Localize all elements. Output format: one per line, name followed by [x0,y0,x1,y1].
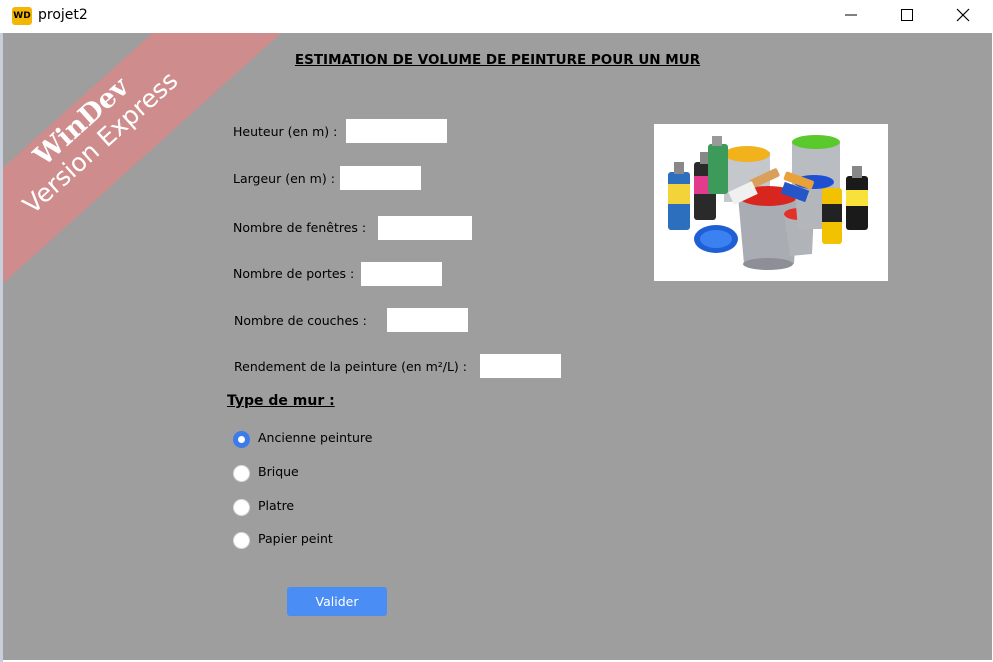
minimize-icon [845,14,857,16]
window-titlebar: WD projet2 [0,0,993,33]
radio-label: Ancienne peinture [258,430,373,445]
coats-count-label: Nombre de couches : [234,313,367,328]
paint-cans-image [654,124,888,281]
wall-type-title: Type de mur : [227,393,335,409]
app-logo-icon: WD [12,7,32,25]
maximize-icon [901,9,913,21]
doors-count-label: Nombre de portes : [233,266,355,281]
maximize-button[interactable] [879,0,935,30]
height-input[interactable] [346,119,447,143]
coats-count-input[interactable] [387,308,468,332]
paint-yield-input[interactable] [480,354,561,378]
height-label: Heuteur (en m) : [233,124,338,139]
close-icon [956,8,970,22]
width-input[interactable] [340,166,421,190]
paint-cans-illustration [668,135,868,270]
minimize-button[interactable] [823,0,879,30]
watermark-line1: WinDev [28,71,136,173]
radio-button-checked[interactable] [233,431,250,448]
window-title: projet2 [38,7,88,23]
windows-count-label: Nombre de fenêtres : [233,220,367,235]
radio-button[interactable] [233,532,250,549]
close-button[interactable] [935,0,991,30]
validate-button[interactable]: Valider [287,587,387,616]
doors-count-input[interactable] [361,262,442,286]
windows-count-input[interactable] [378,216,472,240]
radio-button[interactable] [233,499,250,516]
paint-yield-label: Rendement de la peinture (en m²/L) : [234,359,467,374]
form-window: WinDev Version Express ESTIMATION DE VOL… [3,33,992,660]
radio-label: Papier peint [258,531,333,546]
page-title: ESTIMATION DE VOLUME DE PEINTURE POUR UN… [294,52,701,68]
width-label: Largeur (en m) : [233,171,335,186]
radio-label: Brique [258,464,299,479]
radio-label: Platre [258,498,295,513]
radio-button[interactable] [233,465,250,482]
